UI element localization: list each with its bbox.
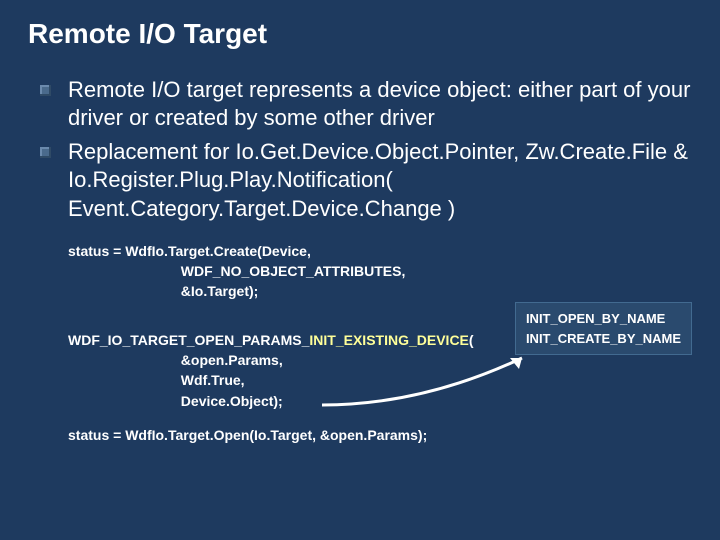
bullet-text: Replacement for Io.Get.Device.Object.Poi… bbox=[68, 139, 688, 220]
code-line: WDF_NO_OBJECT_ATTRIBUTES, bbox=[68, 263, 405, 279]
bullet-text: Remote I/O target represents a device ob… bbox=[68, 77, 690, 130]
bullet-marker-icon bbox=[40, 85, 51, 96]
bullet-list: Remote I/O target represents a device ob… bbox=[40, 76, 692, 223]
code-snippet-3: status = WdfIo.Target.Open(Io.Target, &o… bbox=[68, 425, 692, 445]
code-line: &Io.Target); bbox=[68, 283, 258, 299]
code-snippet-1: status = WdfIo.Target.Create(Device, WDF… bbox=[68, 241, 692, 302]
aside-line: INIT_CREATE_BY_NAME bbox=[526, 329, 681, 349]
aside-callout: INIT_OPEN_BY_NAME INIT_CREATE_BY_NAME bbox=[515, 302, 692, 355]
bullet-item: Remote I/O target represents a device ob… bbox=[40, 76, 692, 132]
aside-line: INIT_OPEN_BY_NAME bbox=[526, 309, 681, 329]
code-line: status = WdfIo.Target.Create(Device, bbox=[68, 243, 311, 259]
code-line: Wdf.True, bbox=[68, 372, 245, 388]
code-line: ( bbox=[469, 332, 474, 348]
bullet-marker-icon bbox=[40, 147, 51, 158]
slide: Remote I/O Target Remote I/O target repr… bbox=[0, 0, 720, 540]
code-line: &open.Params, bbox=[68, 352, 283, 368]
code-line: status = WdfIo.Target.Open(Io.Target, &o… bbox=[68, 427, 427, 443]
bullet-item: Replacement for Io.Get.Device.Object.Poi… bbox=[40, 138, 692, 222]
slide-title: Remote I/O Target bbox=[28, 18, 692, 50]
code-line: WDF_IO_TARGET_OPEN_PARAMS_ bbox=[68, 332, 309, 348]
code-highlight: INIT_EXISTING_DEVICE bbox=[309, 332, 468, 348]
code-line: Device.Object); bbox=[68, 393, 283, 409]
